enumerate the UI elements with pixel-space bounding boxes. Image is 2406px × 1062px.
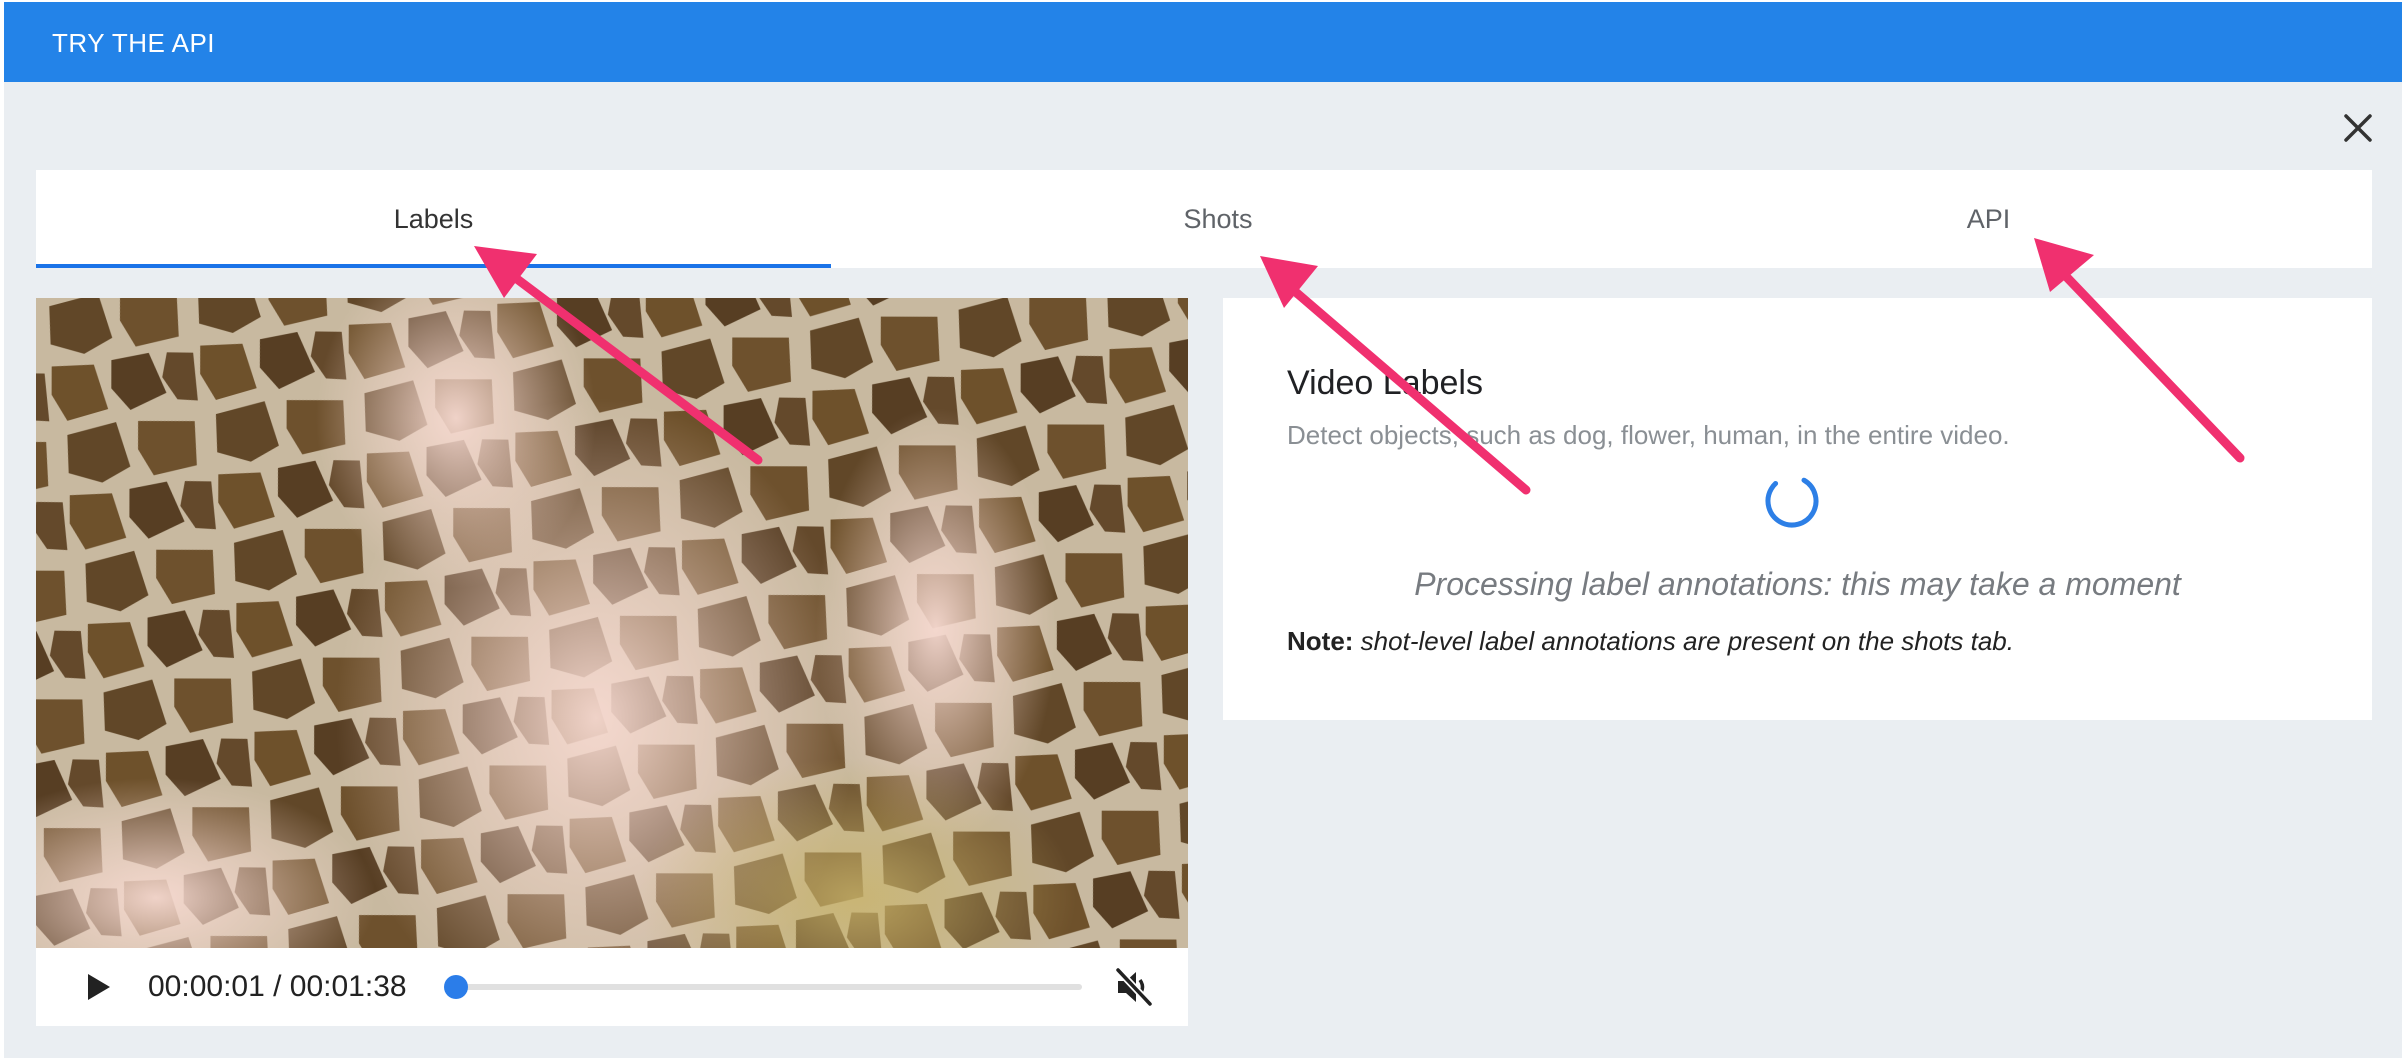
- tab-labels[interactable]: Labels: [36, 170, 831, 268]
- video-player: 00:00:01 / 00:01:38: [36, 298, 1188, 1026]
- tab-api-label: API: [1966, 203, 2011, 234]
- active-tab-indicator: [36, 264, 831, 268]
- video-labels-panel: Video Labels Detect objects, such as dog…: [1223, 298, 2372, 720]
- tab-shots[interactable]: Shots: [831, 170, 1605, 268]
- seek-bar[interactable]: [444, 975, 1082, 999]
- try-api-dialog: TRY THE API Labels Shots API 00:00:01 / …: [4, 2, 2402, 1058]
- volume-muted-icon: [1114, 966, 1154, 1008]
- video-still-giraffe-pattern: [36, 298, 1188, 948]
- processing-message: Processing label annotations: this may t…: [1414, 566, 2181, 602]
- video-labels-description: Detect objects, such as dog, flower, hum…: [1287, 420, 2010, 450]
- video-frame[interactable]: [36, 298, 1188, 948]
- seek-thumb[interactable]: [444, 975, 469, 999]
- shot-level-note: Note: shot-level label annotations are p…: [1287, 626, 2014, 657]
- video-labels-title: Video Labels: [1287, 364, 1483, 402]
- play-button[interactable]: [80, 970, 114, 1004]
- video-controls: 00:00:01 / 00:01:38: [36, 948, 1188, 1026]
- play-icon: [88, 974, 110, 1000]
- mute-button[interactable]: [1112, 966, 1156, 1008]
- dialog-header-bar: TRY THE API: [4, 2, 2402, 82]
- note-label: Note:: [1287, 626, 1354, 656]
- dialog-title: TRY THE API: [52, 28, 216, 58]
- tab-labels-label: Labels: [393, 203, 474, 234]
- note-text: shot-level label annotations are present…: [1360, 626, 2014, 656]
- time-readout: 00:00:01 / 00:01:38: [148, 970, 407, 1003]
- tab-api[interactable]: API: [1605, 170, 2372, 268]
- loading-spinner-icon: [1765, 474, 1819, 528]
- tab-bar: Labels Shots API: [36, 170, 2372, 268]
- close-button[interactable]: [2340, 110, 2376, 146]
- tab-shots-label: Shots: [1183, 203, 1253, 234]
- close-icon: [2344, 114, 2372, 142]
